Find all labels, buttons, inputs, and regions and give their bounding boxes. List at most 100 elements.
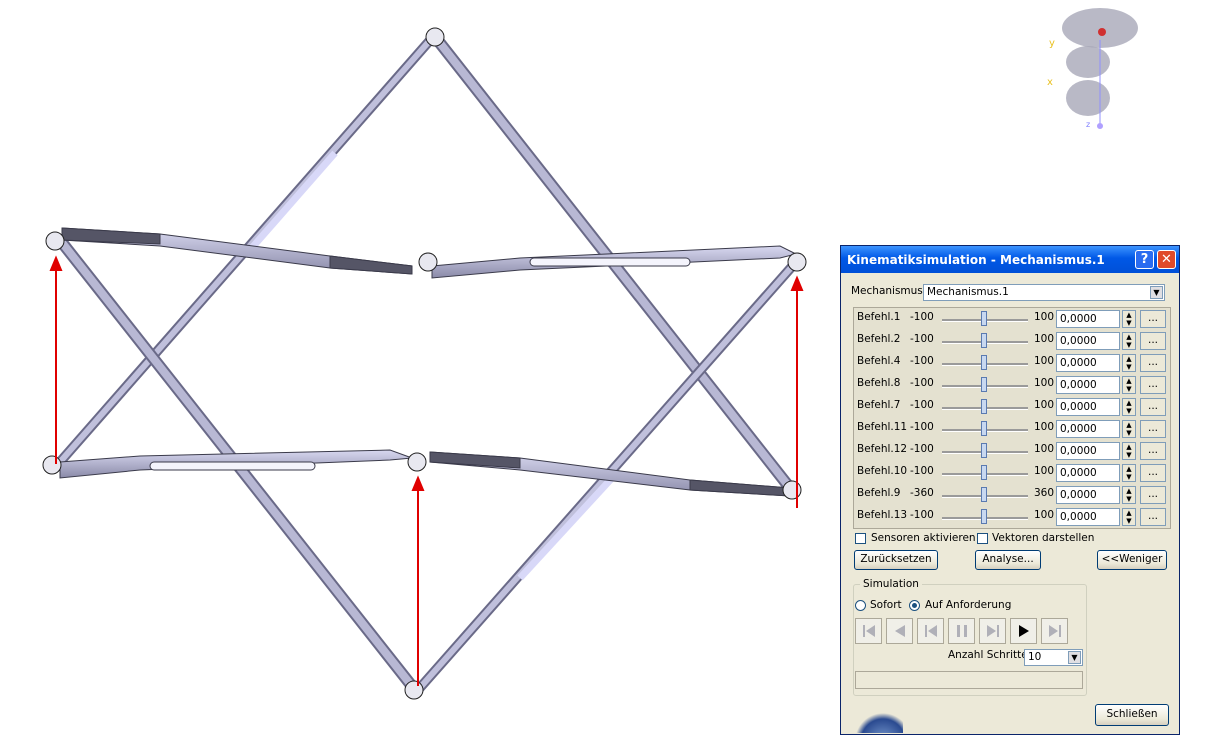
command-min: -100	[910, 355, 934, 367]
dialog-title: Kinematiksimulation - Mechanismus.1	[847, 252, 1105, 267]
command-max: 100	[1034, 377, 1055, 389]
command-row: Befehl.8 -100 100 0,0000 ▲ ▼...	[854, 374, 1170, 396]
command-slider-thumb[interactable]	[981, 487, 987, 502]
spinner-icon[interactable]: ▲ ▼	[1122, 464, 1136, 482]
on-request-label: Auf Anforderung	[925, 599, 1012, 611]
spinner-icon[interactable]: ▲ ▼	[1122, 442, 1136, 460]
command-more-button[interactable]: ...	[1140, 508, 1166, 526]
command-min: -360	[910, 487, 934, 499]
command-max: 100	[1034, 509, 1055, 521]
command-slider-thumb[interactable]	[981, 443, 987, 458]
command-min: -100	[910, 377, 934, 389]
skip-to-start-icon[interactable]	[855, 618, 882, 644]
command-min: -100	[910, 509, 934, 521]
command-value-input[interactable]: 0,0000	[1056, 398, 1120, 416]
less-button[interactable]: <<Weniger	[1097, 550, 1167, 570]
sensors-label: Sensoren aktivieren	[871, 532, 976, 544]
command-slider-thumb[interactable]	[981, 377, 987, 392]
command-value-input[interactable]: 0,0000	[1056, 486, 1120, 504]
spinner-icon[interactable]: ▲ ▼	[1122, 376, 1136, 394]
command-name: Befehl.8	[857, 377, 901, 389]
chevron-down-icon[interactable]: ▼	[1150, 286, 1163, 299]
mechanism-select-value: Mechanismus.1	[927, 286, 1009, 298]
command-more-button[interactable]: ...	[1140, 442, 1166, 460]
dialog-titlebar[interactable]: Kinematiksimulation - Mechanismus.1 ? ✕	[841, 246, 1179, 273]
command-row: Befehl.4 -100 100 0,0000 ▲ ▼...	[854, 352, 1170, 374]
command-more-button[interactable]: ...	[1140, 486, 1166, 504]
spinner-icon[interactable]: ▲ ▼	[1122, 486, 1136, 504]
command-name: Befehl.9	[857, 487, 901, 499]
compass-icon[interactable]: y x z	[1040, 0, 1150, 135]
command-row: Befehl.10 -100 100 0,0000 ▲ ▼...	[854, 462, 1170, 484]
command-row: Befehl.11 -100 100 0,0000 ▲ ▼...	[854, 418, 1170, 440]
command-value-input[interactable]: 0,0000	[1056, 376, 1120, 394]
command-more-button[interactable]: ...	[1140, 354, 1166, 372]
steps-label: Anzahl Schritte:	[948, 649, 1032, 661]
command-name: Befehl.10	[857, 465, 908, 477]
command-max: 100	[1034, 333, 1055, 345]
immediate-radio[interactable]	[855, 600, 866, 611]
step-forward-icon[interactable]	[979, 618, 1006, 644]
compass-y-label: y	[1049, 38, 1055, 49]
command-slider-thumb[interactable]	[981, 333, 987, 348]
play-forward-icon[interactable]	[1010, 618, 1037, 644]
close-icon[interactable]: ✕	[1157, 250, 1176, 269]
command-more-button[interactable]: ...	[1140, 464, 1166, 482]
steps-select[interactable]: 10 ▼	[1024, 649, 1083, 666]
command-slider-thumb[interactable]	[981, 355, 987, 370]
command-value-input[interactable]: 0,0000	[1056, 464, 1120, 482]
command-min: -100	[910, 465, 934, 477]
command-row: Befehl.1 -100 100 0,0000 ▲ ▼...	[854, 308, 1170, 330]
mechanism-model	[42, 27, 807, 700]
close-button[interactable]: Schließen	[1095, 704, 1169, 726]
command-max: 100	[1034, 399, 1055, 411]
command-more-button[interactable]: ...	[1140, 376, 1166, 394]
on-request-radio[interactable]	[909, 600, 920, 611]
reset-button[interactable]: Zurücksetzen	[854, 550, 938, 570]
command-value-input[interactable]: 0,0000	[1056, 420, 1120, 438]
command-max: 100	[1034, 465, 1055, 477]
command-more-button[interactable]: ...	[1140, 332, 1166, 350]
spinner-icon[interactable]: ▲ ▼	[1122, 508, 1136, 526]
command-name: Befehl.11	[857, 421, 908, 433]
command-value-input[interactable]: 0,0000	[1056, 442, 1120, 460]
sensors-checkbox[interactable]	[855, 533, 866, 544]
compass-z-label: z	[1086, 120, 1090, 129]
analyse-button[interactable]: Analyse...	[975, 550, 1041, 570]
command-max: 100	[1034, 355, 1055, 367]
help-button[interactable]: ?	[1135, 250, 1154, 269]
mechanism-label: Mechanismus:	[851, 285, 927, 297]
command-slider-thumb[interactable]	[981, 465, 987, 480]
skip-to-end-icon[interactable]	[1041, 618, 1068, 644]
command-min: -100	[910, 443, 934, 455]
command-more-button[interactable]: ...	[1140, 420, 1166, 438]
command-name: Befehl.4	[857, 355, 901, 367]
spinner-icon[interactable]: ▲ ▼	[1122, 332, 1136, 350]
command-max: 360	[1034, 487, 1055, 499]
command-slider-thumb[interactable]	[981, 311, 987, 326]
command-value-input[interactable]: 0,0000	[1056, 354, 1120, 372]
command-row: Befehl.13 -100 100 0,0000 ▲ ▼...	[854, 506, 1170, 528]
command-more-button[interactable]: ...	[1140, 310, 1166, 328]
command-value-input[interactable]: 0,0000	[1056, 508, 1120, 526]
mechanism-select[interactable]: Mechanismus.1 ▼	[923, 284, 1165, 301]
play-backward-icon[interactable]	[886, 618, 913, 644]
command-row: Befehl.9 -360 360 0,0000 ▲ ▼...	[854, 484, 1170, 506]
vectors-checkbox[interactable]	[977, 533, 988, 544]
spinner-icon[interactable]: ▲ ▼	[1122, 354, 1136, 372]
step-backward-icon[interactable]	[917, 618, 944, 644]
immediate-label: Sofort	[870, 599, 902, 611]
command-value-input[interactable]: 0,0000	[1056, 332, 1120, 350]
command-slider-thumb[interactable]	[981, 399, 987, 414]
spinner-icon[interactable]: ▲ ▼	[1122, 398, 1136, 416]
chevron-down-icon[interactable]: ▼	[1068, 651, 1081, 664]
spinner-icon[interactable]: ▲ ▼	[1122, 310, 1136, 328]
pause-icon[interactable]	[948, 618, 975, 644]
command-row: Befehl.12 -100 100 0,0000 ▲ ▼...	[854, 440, 1170, 462]
command-value-input[interactable]: 0,0000	[1056, 310, 1120, 328]
command-slider-thumb[interactable]	[981, 421, 987, 436]
command-slider-thumb[interactable]	[981, 509, 987, 524]
command-more-button[interactable]: ...	[1140, 398, 1166, 416]
vectors-label: Vektoren darstellen	[992, 532, 1095, 544]
spinner-icon[interactable]: ▲ ▼	[1122, 420, 1136, 438]
